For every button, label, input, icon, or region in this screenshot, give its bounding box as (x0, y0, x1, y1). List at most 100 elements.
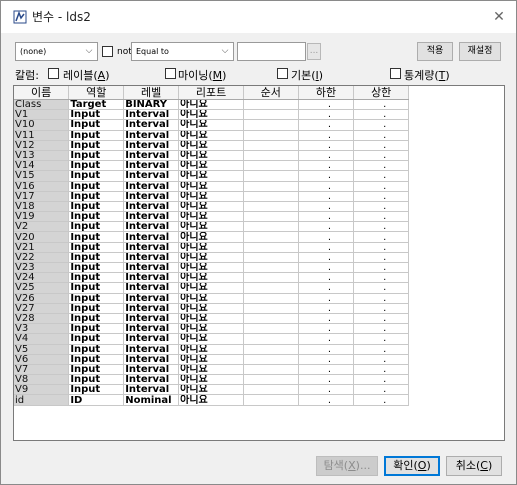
cell-order[interactable] (243, 211, 299, 223)
cell-report[interactable]: 아니요 (178, 262, 244, 274)
cell-name[interactable]: V6 (14, 354, 70, 365)
cell-level[interactable]: Interval (123, 333, 180, 345)
cell-lower-limit[interactable]: . (298, 119, 355, 131)
cell-name[interactable]: V12 (14, 140, 70, 151)
cell-name[interactable]: V13 (14, 150, 70, 162)
table-row[interactable]: V18 Input Interval 아니요.. (14, 201, 504, 213)
table-row[interactable]: V2 Input Interval 아니요.. (14, 221, 504, 233)
cell-level[interactable]: Nominal (123, 394, 180, 406)
cell-role[interactable]: Input (68, 303, 125, 314)
cell-lower-limit[interactable]: . (298, 282, 355, 294)
cell-role[interactable]: Input (68, 170, 125, 182)
cell-lower-limit[interactable]: . (298, 150, 355, 162)
cell-lower-limit[interactable]: . (298, 374, 355, 386)
table-row[interactable]: V21 Input Interval 아니요.. (14, 242, 504, 253)
cell-name[interactable]: V4 (14, 333, 70, 345)
cell-report[interactable]: 아니요 (178, 374, 244, 386)
table-row[interactable]: V28 Input Interval 아니요.. (14, 313, 504, 325)
cell-name[interactable]: V18 (14, 201, 70, 213)
not-checkbox[interactable] (102, 46, 113, 57)
cell-upper-limit[interactable]: . (353, 252, 410, 264)
cell-role[interactable]: Input (68, 344, 125, 355)
column-header-role[interactable]: 역할 (68, 86, 125, 100)
cell-role[interactable]: Input (68, 150, 125, 162)
cell-order[interactable] (243, 303, 299, 314)
cell-order[interactable] (243, 282, 299, 294)
cell-order[interactable] (243, 170, 299, 182)
cell-level[interactable]: Interval (123, 170, 180, 182)
cell-upper-limit[interactable]: . (353, 354, 410, 365)
cell-upper-limit[interactable]: . (353, 282, 410, 294)
cell-order[interactable] (243, 293, 299, 304)
cell-upper-limit[interactable]: . (353, 242, 410, 253)
cell-lower-limit[interactable]: . (298, 364, 355, 376)
ellipsis-button[interactable]: ... (307, 43, 321, 60)
cell-level[interactable]: Interval (123, 344, 180, 355)
cell-upper-limit[interactable]: . (353, 394, 410, 406)
cell-order[interactable] (243, 150, 299, 162)
cell-level[interactable]: Interval (123, 150, 180, 162)
cell-name[interactable]: V7 (14, 364, 70, 376)
cell-order[interactable] (243, 109, 299, 121)
cell-lower-limit[interactable]: . (298, 231, 355, 243)
cell-name[interactable]: V24 (14, 272, 70, 284)
cell-name[interactable]: V19 (14, 211, 70, 223)
table-row[interactable]: V22 Input Interval 아니요.. (14, 252, 504, 264)
cell-report[interactable]: 아니요 (178, 344, 244, 355)
cell-level[interactable]: Interval (123, 303, 180, 314)
cell-order[interactable] (243, 364, 299, 376)
cell-name[interactable]: V3 (14, 323, 70, 335)
cell-name[interactable]: V10 (14, 119, 70, 131)
cell-level[interactable]: Interval (123, 252, 180, 264)
explore-button[interactable]: 탐색(X)... (316, 456, 378, 476)
cell-level[interactable]: Interval (123, 313, 180, 325)
close-icon[interactable]: ✕ (488, 7, 510, 27)
cell-upper-limit[interactable]: . (353, 150, 410, 162)
cell-order[interactable] (243, 231, 299, 243)
cell-report[interactable]: 아니요 (178, 242, 244, 253)
cell-report[interactable]: 아니요 (178, 252, 244, 264)
table-row[interactable]: V9 Input Interval 아니요.. (14, 384, 504, 396)
column-header-report[interactable]: 리포트 (178, 86, 244, 100)
cell-level[interactable]: Interval (123, 242, 180, 253)
cell-name[interactable]: V21 (14, 242, 70, 253)
cell-order[interactable] (243, 354, 299, 365)
cell-level[interactable]: Interval (123, 354, 180, 365)
column-header-name[interactable]: 이름 (14, 86, 70, 100)
cell-name[interactable]: V25 (14, 282, 70, 294)
cell-lower-limit[interactable]: . (298, 333, 355, 345)
cell-name[interactable]: id (14, 394, 70, 406)
basic-option[interactable]: 기본(I) (291, 67, 323, 83)
cell-level[interactable]: Interval (123, 374, 180, 386)
cell-role[interactable]: Input (68, 313, 125, 325)
column-select[interactable]: (none) ⌵ (15, 42, 98, 61)
cell-name[interactable]: Class (14, 99, 70, 111)
cell-upper-limit[interactable]: . (353, 130, 410, 141)
cell-role[interactable]: Input (68, 201, 125, 213)
cell-upper-limit[interactable]: . (353, 344, 410, 355)
cell-report[interactable]: 아니요 (178, 354, 244, 365)
cell-level[interactable]: Interval (123, 119, 180, 131)
cell-report[interactable]: 아니요 (178, 313, 244, 325)
cell-upper-limit[interactable]: . (353, 140, 410, 151)
cell-lower-limit[interactable]: . (298, 221, 355, 233)
mining-option[interactable]: 마이닝(M) (178, 67, 226, 83)
cell-level[interactable]: Interval (123, 282, 180, 294)
table-row[interactable]: V12 Input Interval 아니요.. (14, 140, 504, 151)
cell-name[interactable]: V5 (14, 344, 70, 355)
cell-role[interactable]: Input (68, 211, 125, 223)
cell-role[interactable]: Input (68, 181, 125, 192)
cell-name[interactable]: V14 (14, 160, 70, 172)
cell-upper-limit[interactable]: . (353, 374, 410, 386)
cell-lower-limit[interactable]: . (298, 211, 355, 223)
table-row[interactable]: V27 Input Interval 아니요.. (14, 303, 504, 314)
table-row[interactable]: V15 Input Interval 아니요.. (14, 170, 504, 182)
column-header-level[interactable]: 레벨 (123, 86, 180, 100)
cell-role[interactable]: Input (68, 293, 125, 304)
cell-role[interactable]: Input (68, 221, 125, 233)
cell-upper-limit[interactable]: . (353, 201, 410, 213)
cell-upper-limit[interactable]: . (353, 384, 410, 396)
cell-name[interactable]: V23 (14, 262, 70, 274)
cell-upper-limit[interactable]: . (353, 211, 410, 223)
cell-level[interactable]: Interval (123, 323, 180, 335)
